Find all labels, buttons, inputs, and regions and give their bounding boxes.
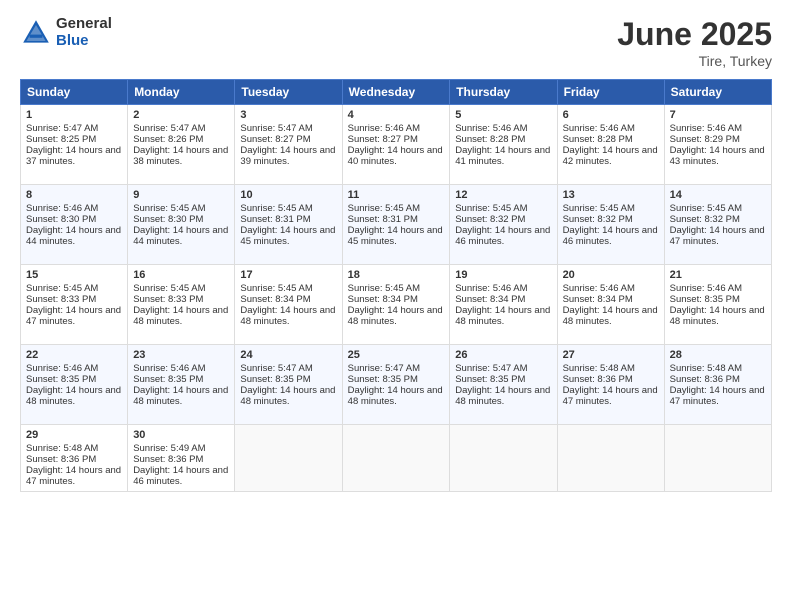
table-row: 8Sunrise: 5:46 AMSunset: 8:30 PMDaylight… <box>21 185 128 265</box>
table-row: 21Sunrise: 5:46 AMSunset: 8:35 PMDayligh… <box>664 265 771 345</box>
table-row <box>450 425 557 492</box>
table-row: 24Sunrise: 5:47 AMSunset: 8:35 PMDayligh… <box>235 345 342 425</box>
table-row: 13Sunrise: 5:45 AMSunset: 8:32 PMDayligh… <box>557 185 664 265</box>
table-row: 28Sunrise: 5:48 AMSunset: 8:36 PMDayligh… <box>664 345 771 425</box>
logo-general-text: General <box>56 16 112 33</box>
table-row: 16Sunrise: 5:45 AMSunset: 8:33 PMDayligh… <box>128 265 235 345</box>
table-row <box>235 425 342 492</box>
header: General Blue June 2025 Tire, Turkey <box>20 16 772 69</box>
table-row: 29Sunrise: 5:48 AMSunset: 8:36 PMDayligh… <box>21 425 128 492</box>
table-row: 20Sunrise: 5:46 AMSunset: 8:34 PMDayligh… <box>557 265 664 345</box>
table-row: 11Sunrise: 5:45 AMSunset: 8:31 PMDayligh… <box>342 185 450 265</box>
col-friday: Friday <box>557 80 664 105</box>
col-saturday: Saturday <box>664 80 771 105</box>
logo: General Blue <box>20 16 112 49</box>
table-row: 17Sunrise: 5:45 AMSunset: 8:34 PMDayligh… <box>235 265 342 345</box>
table-row: 10Sunrise: 5:45 AMSunset: 8:31 PMDayligh… <box>235 185 342 265</box>
table-row: 18Sunrise: 5:45 AMSunset: 8:34 PMDayligh… <box>342 265 450 345</box>
table-row <box>557 425 664 492</box>
col-tuesday: Tuesday <box>235 80 342 105</box>
table-row: 25Sunrise: 5:47 AMSunset: 8:35 PMDayligh… <box>342 345 450 425</box>
title-block: June 2025 Tire, Turkey <box>617 16 772 69</box>
logo-text: General Blue <box>56 16 112 49</box>
table-row: 19Sunrise: 5:46 AMSunset: 8:34 PMDayligh… <box>450 265 557 345</box>
col-wednesday: Wednesday <box>342 80 450 105</box>
table-row <box>664 425 771 492</box>
title-month: June 2025 <box>617 16 772 53</box>
col-sunday: Sunday <box>21 80 128 105</box>
calendar-header-row: Sunday Monday Tuesday Wednesday Thursday… <box>21 80 772 105</box>
table-row: 9Sunrise: 5:45 AMSunset: 8:30 PMDaylight… <box>128 185 235 265</box>
table-row <box>342 425 450 492</box>
table-row: 15Sunrise: 5:45 AMSunset: 8:33 PMDayligh… <box>21 265 128 345</box>
table-row: 30Sunrise: 5:49 AMSunset: 8:36 PMDayligh… <box>128 425 235 492</box>
calendar-table: Sunday Monday Tuesday Wednesday Thursday… <box>20 79 772 492</box>
table-row: 1Sunrise: 5:47 AMSunset: 8:25 PMDaylight… <box>21 105 128 185</box>
table-row: 12Sunrise: 5:45 AMSunset: 8:32 PMDayligh… <box>450 185 557 265</box>
table-row: 4Sunrise: 5:46 AMSunset: 8:27 PMDaylight… <box>342 105 450 185</box>
table-row: 7Sunrise: 5:46 AMSunset: 8:29 PMDaylight… <box>664 105 771 185</box>
table-row: 23Sunrise: 5:46 AMSunset: 8:35 PMDayligh… <box>128 345 235 425</box>
table-row: 6Sunrise: 5:46 AMSunset: 8:28 PMDaylight… <box>557 105 664 185</box>
col-monday: Monday <box>128 80 235 105</box>
table-row: 26Sunrise: 5:47 AMSunset: 8:35 PMDayligh… <box>450 345 557 425</box>
logo-icon <box>20 17 52 49</box>
page: General Blue June 2025 Tire, Turkey Sund… <box>0 0 792 612</box>
logo-blue-text: Blue <box>56 33 112 50</box>
table-row: 22Sunrise: 5:46 AMSunset: 8:35 PMDayligh… <box>21 345 128 425</box>
col-thursday: Thursday <box>450 80 557 105</box>
table-row: 14Sunrise: 5:45 AMSunset: 8:32 PMDayligh… <box>664 185 771 265</box>
table-row: 5Sunrise: 5:46 AMSunset: 8:28 PMDaylight… <box>450 105 557 185</box>
title-location: Tire, Turkey <box>617 53 772 69</box>
table-row: 2Sunrise: 5:47 AMSunset: 8:26 PMDaylight… <box>128 105 235 185</box>
table-row: 3Sunrise: 5:47 AMSunset: 8:27 PMDaylight… <box>235 105 342 185</box>
table-row: 27Sunrise: 5:48 AMSunset: 8:36 PMDayligh… <box>557 345 664 425</box>
